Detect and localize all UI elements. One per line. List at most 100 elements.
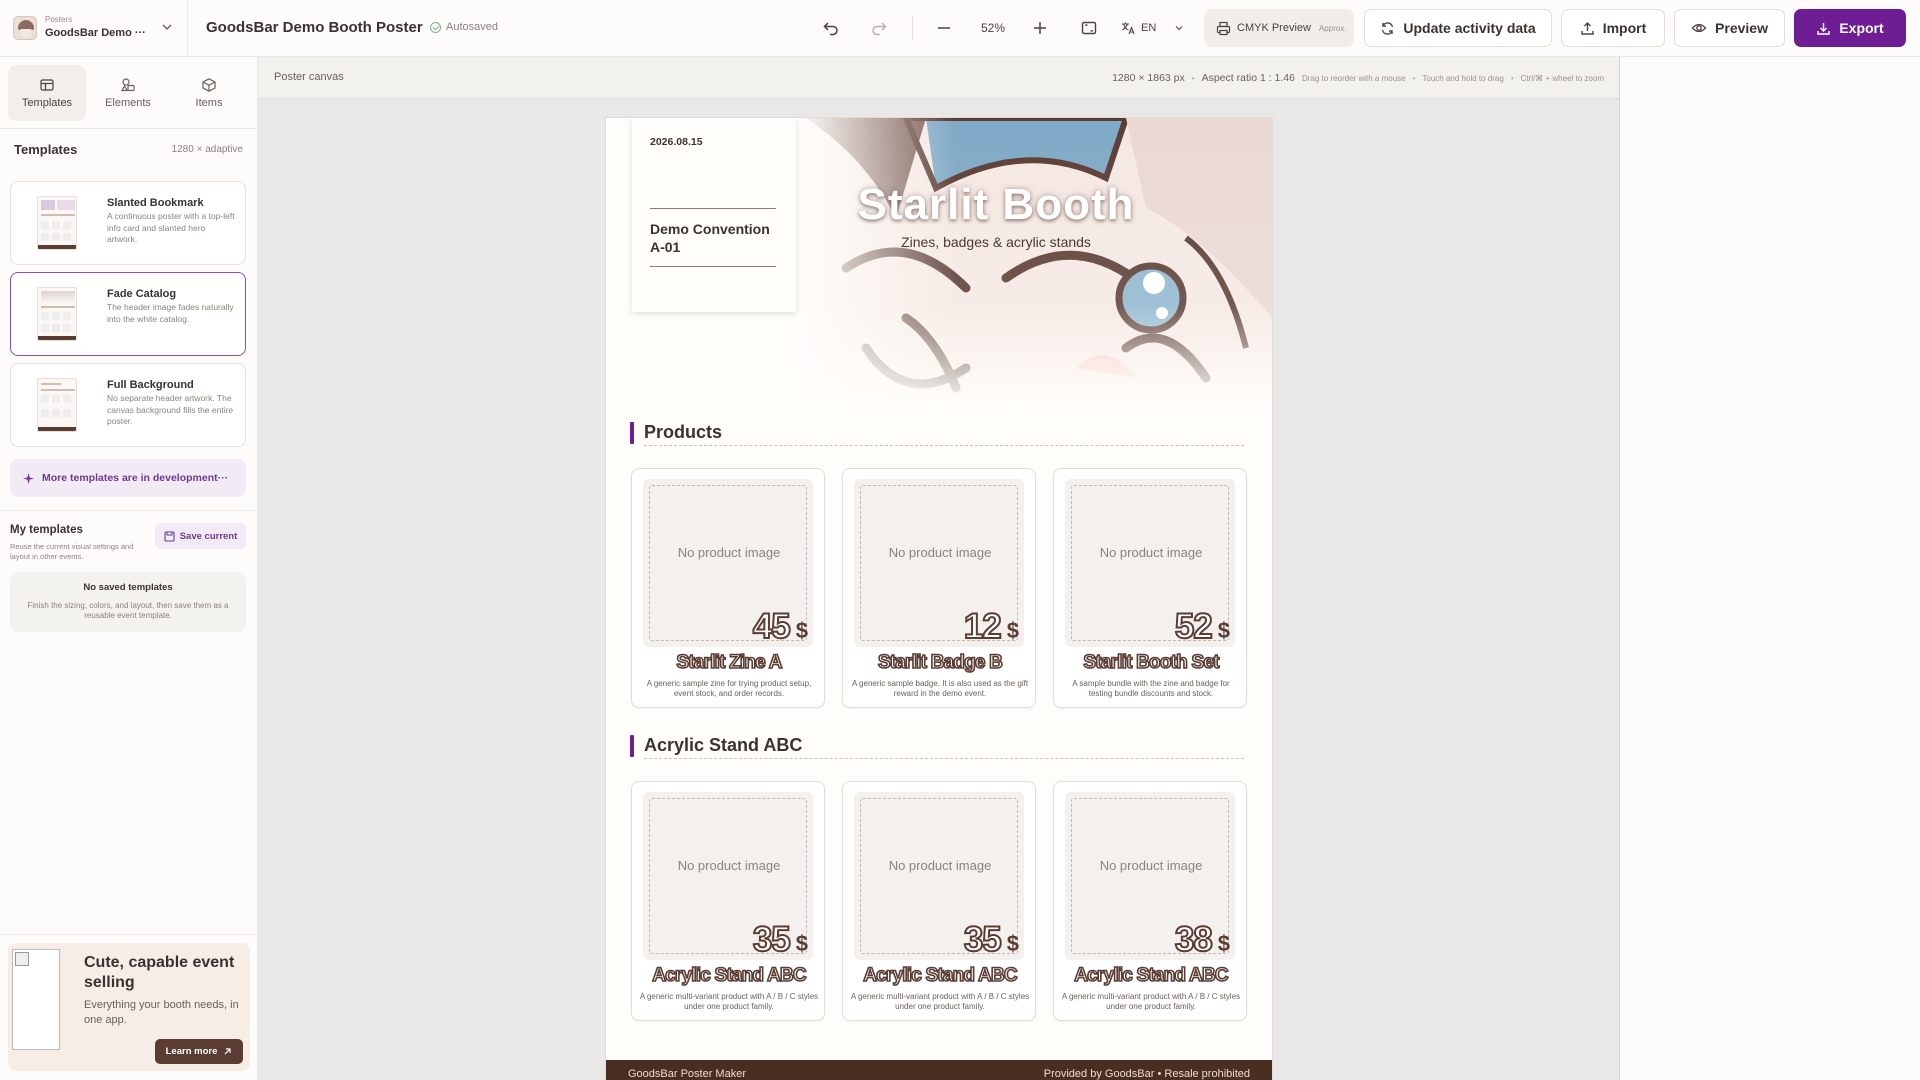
template-name: Slanted Bookmark (107, 197, 204, 209)
left-sidebar: Templates Elements Items Templates 1280 … (0, 57, 258, 1080)
product-card[interactable]: No product image 35 $ Acrylic Stand ABC A… (631, 781, 825, 1021)
canvas-workspace: Poster canvas 1280 × 1863 px • Aspect ra… (258, 57, 1620, 1080)
canvas-size: 1280 × 1863 px (1112, 72, 1185, 84)
template-description: No separate header artwork. The canvas b… (107, 393, 234, 426)
empty-description: Finish the sizing, colors, and layout, t… (27, 601, 229, 620)
tab-items-label: Items (195, 97, 223, 109)
brand-switcher[interactable]: Posters GoodsBar Demo ··· (0, 0, 188, 57)
meta-separator: • (1510, 73, 1514, 83)
preview-button[interactable]: Preview (1674, 9, 1785, 47)
template-card-slanted-bookmark[interactable]: Slanted Bookmark A continuous poster wit… (10, 181, 246, 265)
export-label: Export (1839, 20, 1884, 36)
poster-subtitle[interactable]: Zines, badges & acrylic stands (786, 234, 1206, 250)
save-current-template-button[interactable]: Save current (155, 523, 246, 549)
product-card[interactable]: No product image 12 $ Starlit Badge B A g… (842, 468, 1036, 708)
template-thumbnail (37, 378, 77, 432)
poster-title[interactable]: Starlit Booth (786, 180, 1206, 230)
tab-elements[interactable]: Elements (89, 65, 167, 121)
learn-more-label: Learn more (165, 1046, 218, 1057)
tab-templates[interactable]: Templates (8, 65, 86, 121)
learn-more-button[interactable]: Learn more (155, 1039, 243, 1064)
toolbar-divider (912, 16, 913, 40)
check-circle-icon (430, 21, 441, 33)
product-price: 52 $ (1174, 606, 1230, 647)
minus-icon (938, 27, 950, 29)
currency-symbol: $ (795, 618, 808, 643)
template-description: A continuous poster with a top-left info… (107, 211, 235, 244)
cmyk-label: CMYK Preview (1237, 22, 1311, 34)
poster-canvas[interactable]: Starlit Booth Zines, badges & acrylic st… (606, 118, 1272, 1080)
cmyk-approx-label: Approx. (1318, 23, 1347, 33)
box-icon (202, 78, 216, 92)
refresh-icon (1382, 21, 1394, 35)
product-price: 45 $ (752, 606, 808, 647)
update-activity-data-label: Update activity data (1403, 20, 1536, 36)
fit-screen-button[interactable] (1078, 17, 1100, 39)
tab-items[interactable]: Items (170, 65, 248, 121)
section-divider (644, 758, 1244, 759)
no-image-label: No product image (1099, 858, 1203, 873)
product-price: 35 $ (752, 919, 808, 960)
redo-icon (872, 22, 887, 36)
update-activity-data-button[interactable]: Update activity data (1364, 9, 1552, 47)
footer-right-text: Provided by GoodsBar • Resale prohibited (1043, 1068, 1250, 1080)
product-name: Starlit Badge B (877, 651, 1004, 674)
product-description: A generic sample badge. It is also used … (851, 679, 1029, 698)
my-templates-description: Reuse the current visual settings and la… (10, 542, 134, 561)
translate-icon (1122, 22, 1135, 35)
chevron-down-icon (162, 24, 172, 30)
poster-footer[interactable]: GoodsBar Poster Maker Provided by GoodsB… (606, 1060, 1272, 1080)
currency-symbol: $ (795, 931, 808, 956)
product-card[interactable]: No product image 45 $ Starlit Zine A A ge… (631, 468, 825, 708)
price-value: 35 (963, 919, 1003, 960)
product-description: A generic multi-variant product with A /… (639, 992, 819, 1011)
more-templates-banner[interactable]: More templates are in development··· (10, 459, 246, 497)
brand-logo (13, 16, 37, 40)
event-date: 2026.08.15 (650, 136, 703, 148)
product-name: Acrylic Stand ABC (651, 964, 807, 987)
meta-separator: • (1191, 73, 1195, 83)
footer-left-text: GoodsBar Poster Maker (628, 1068, 746, 1080)
undo-button[interactable] (820, 17, 842, 39)
product-card[interactable]: No product image 38 $ Acrylic Stand ABC A… (1053, 781, 1247, 1021)
template-card-fade-catalog[interactable]: Fade Catalog The header image fades natu… (10, 272, 246, 356)
canvas-aspect: Aspect ratio 1 : 1.46 (1201, 72, 1295, 84)
no-image-label: No product image (888, 858, 992, 873)
promo-divider (0, 934, 257, 935)
section-title[interactable]: Products (644, 422, 722, 443)
export-button[interactable]: Export (1794, 9, 1906, 47)
import-button[interactable]: Import (1561, 9, 1665, 47)
product-price: 35 $ (963, 919, 1019, 960)
no-image-label: No product image (677, 858, 781, 873)
product-price: 38 $ (1174, 919, 1230, 960)
product-card[interactable]: No product image 35 $ Acrylic Stand ABC A… (842, 781, 1036, 1021)
language-selector[interactable]: EN (1120, 17, 1185, 39)
section-divider (644, 445, 1244, 446)
zoom-out-button[interactable] (933, 17, 955, 39)
event-info-card[interactable]: 2026.08.15 Demo Convention A-01 (632, 118, 796, 312)
hint-touch: Touch and hold to drag (1422, 73, 1504, 83)
redo-button[interactable] (868, 17, 890, 39)
document-title[interactable]: GoodsBar Demo Booth Poster (206, 19, 423, 36)
product-card[interactable]: No product image 52 $ Starlit Booth Set A… (1053, 468, 1247, 708)
event-location: Demo Convention A-01 (650, 221, 770, 255)
eye-icon (1691, 23, 1707, 33)
sparkle-icon (23, 472, 34, 484)
product-price: 12 $ (963, 606, 1019, 647)
currency-symbol: $ (1006, 931, 1019, 956)
info-card-rule (650, 266, 776, 267)
currency-symbol: $ (1217, 931, 1230, 956)
template-card-full-background[interactable]: Full Background No separate header artwo… (10, 363, 246, 447)
upload-icon (1581, 21, 1594, 35)
templates-heading: Templates (14, 142, 78, 157)
template-name: Fade Catalog (107, 288, 177, 300)
no-image-label: No product image (1099, 545, 1203, 560)
autosave-label: Autosaved (446, 21, 498, 33)
price-value: 35 (752, 919, 792, 960)
save-current-label: Save current (179, 530, 238, 542)
promo-body: Everything your booth needs, in one app. (84, 999, 239, 1026)
zoom-in-button[interactable] (1029, 17, 1051, 39)
section-title[interactable]: Acrylic Stand ABC (644, 735, 802, 756)
cmyk-preview-toggle[interactable]: CMYK Preview Approx. (1204, 9, 1354, 47)
product-name: Acrylic Stand ABC (862, 964, 1018, 987)
